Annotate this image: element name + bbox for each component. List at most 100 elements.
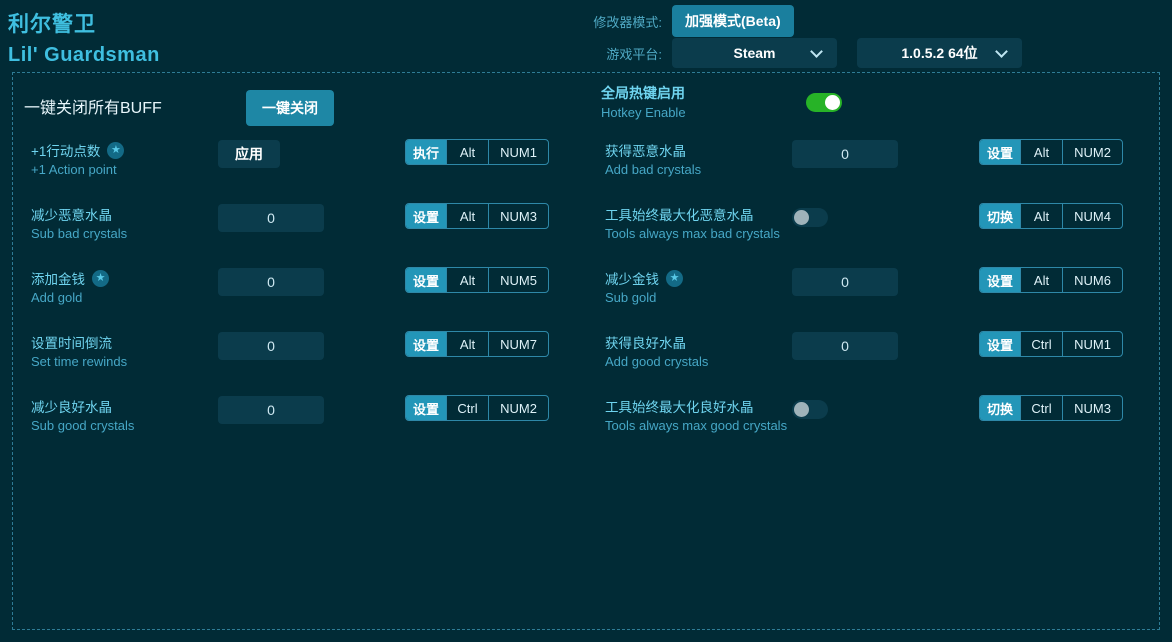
hotkey-key[interactable]: NUM5: [488, 268, 548, 292]
cheat-row: 获得恶意水晶 Add bad crystals 设置AltNUM2: [587, 135, 1161, 199]
hotkey-modifier[interactable]: Ctrl: [446, 396, 488, 420]
hotkey-action-label: 设置: [980, 332, 1021, 356]
cheat-label: 添加金钱 Add gold: [31, 270, 221, 307]
hotkey-modifier[interactable]: Ctrl: [1020, 396, 1062, 420]
star-icon: [666, 270, 683, 288]
hotkey-key[interactable]: NUM3: [488, 204, 548, 228]
cheat-label-en: Tools always max bad crystals: [605, 226, 780, 241]
hotkey-modifier[interactable]: Alt: [446, 140, 488, 164]
hotkey-group[interactable]: 设置 Alt NUM5: [405, 267, 550, 293]
platform-row: 游戏平台: Steam 1.0.5.2 64位: [582, 38, 1022, 68]
hotkey-group[interactable]: 设置 Alt NUM2: [979, 139, 1124, 165]
value-input[interactable]: [218, 204, 324, 232]
trainer-mode-button[interactable]: 加强模式(Beta): [672, 5, 794, 37]
value-input[interactable]: [218, 396, 324, 424]
cheat-label: 获得恶意水晶 Add bad crystals: [605, 143, 795, 179]
cheat-label: 减少金钱 Sub gold: [605, 270, 795, 307]
mode-row: 修改器模式: 加强模式(Beta): [582, 5, 794, 37]
hotkey-enable-label-en: Hotkey Enable: [601, 105, 686, 120]
hotkey-key[interactable]: NUM2: [1062, 140, 1122, 164]
cheat-row: 工具始终最大化良好水晶 Tools always max good crystal…: [587, 391, 1161, 455]
global-controls-strip: 一键关闭所有BUFF 一键关闭 全局热键启用 Hotkey Enable: [13, 73, 1159, 135]
hotkey-group[interactable]: 切换 Ctrl NUM3: [979, 395, 1124, 421]
cheat-label-zh: +1行动点数: [31, 144, 101, 159]
cheat-label-en: Sub bad crystals: [31, 226, 128, 241]
cheat-row: 减少良好水晶 Sub good crystals 设置CtrlNUM2: [13, 391, 587, 455]
hotkey-key[interactable]: NUM7: [488, 332, 548, 356]
hotkey-group[interactable]: 设置 Ctrl NUM1: [979, 331, 1124, 357]
hotkey-key[interactable]: NUM4: [1062, 204, 1122, 228]
hotkey-group[interactable]: 设置 Alt NUM3: [405, 203, 550, 229]
cheat-label: 工具始终最大化恶意水晶 Tools always max bad crystals: [605, 207, 795, 243]
disable-all-buffs-button[interactable]: 一键关闭: [246, 90, 334, 126]
cheat-label-en: Sub gold: [605, 290, 657, 305]
disable-all-buffs-label: 一键关闭所有BUFF: [24, 100, 162, 117]
hotkey-group[interactable]: 执行 Alt NUM1: [405, 139, 550, 165]
hotkey-group[interactable]: 设置 Alt NUM7: [405, 331, 550, 357]
hotkey-enable-block: 全局热键启用 Hotkey Enable: [601, 84, 842, 122]
hotkey-modifier[interactable]: Alt: [1020, 204, 1062, 228]
value-input[interactable]: [218, 332, 324, 360]
cheat-label-zh: 减少金钱: [605, 272, 659, 287]
hotkey-enable-text: 全局热键启用 Hotkey Enable: [601, 84, 686, 122]
cheat-column-right: 获得恶意水晶Add bad crystals设置AltNUM2工具始终最大化恶意…: [587, 135, 1161, 455]
toggle-knob: [825, 95, 840, 110]
cheat-label-en: Sub good crystals: [31, 418, 135, 433]
hotkey-group[interactable]: 设置 Alt NUM6: [979, 267, 1124, 293]
hotkey-key[interactable]: NUM3: [1062, 396, 1122, 420]
hotkey-modifier[interactable]: Ctrl: [1020, 332, 1062, 356]
value-input[interactable]: [218, 268, 324, 296]
hotkey-key[interactable]: NUM1: [1062, 332, 1122, 356]
cheat-label: 减少良好水晶 Sub good crystals: [31, 399, 221, 435]
cheat-label: 工具始终最大化良好水晶 Tools always max good crystal…: [605, 399, 795, 435]
cheat-toggle[interactable]: [792, 400, 828, 419]
hotkey-enable-label-zh: 全局热键启用: [601, 85, 685, 101]
cheat-column-left: +1行动点数+1 Action point应用 执行AltNUM1 减少恶意水晶 Su…: [13, 135, 587, 455]
cheat-label: +1行动点数 +1 Action point: [31, 142, 221, 179]
cheat-label-zh: 添加金钱: [31, 272, 85, 287]
app-title-en: Lil' Guardsman: [8, 44, 160, 66]
star-icon: [107, 142, 125, 160]
hotkey-modifier[interactable]: Alt: [1020, 140, 1062, 164]
cheat-label-zh: 减少恶意水晶: [31, 208, 112, 223]
value-input[interactable]: [792, 268, 898, 296]
value-input[interactable]: [792, 332, 898, 360]
cheat-toggle[interactable]: [792, 208, 828, 227]
app-header: 利尔警卫 Lil' Guardsman 修改器模式: 加强模式(Beta) 游戏…: [0, 0, 1172, 72]
hotkey-group[interactable]: 设置 Ctrl NUM2: [405, 395, 550, 421]
star-icon: [92, 270, 109, 288]
hotkey-modifier[interactable]: Alt: [446, 332, 488, 356]
cheat-row: 获得良好水晶 Add good crystals 设置CtrlNUM1: [587, 327, 1161, 391]
cheat-label: 设置时间倒流 Set time rewinds: [31, 335, 221, 371]
cheat-label-en: Add bad crystals: [605, 162, 702, 177]
cheat-label-zh: 工具始终最大化良好水晶: [605, 400, 754, 415]
cheat-label-zh: 工具始终最大化恶意水晶: [605, 208, 754, 223]
platform-dropdown[interactable]: Steam: [672, 38, 837, 68]
cheat-label: 获得良好水晶 Add good crystals: [605, 335, 795, 371]
value-input[interactable]: [792, 140, 898, 168]
hotkey-key[interactable]: NUM6: [1062, 268, 1122, 292]
chevron-down-icon: [810, 45, 823, 58]
hotkey-modifier[interactable]: Alt: [446, 204, 488, 228]
cheat-row: 减少恶意水晶 Sub bad crystals 设置AltNUM3: [13, 199, 587, 263]
cheat-label-en: Set time rewinds: [31, 354, 128, 369]
hotkey-modifier[interactable]: Alt: [1020, 268, 1062, 292]
cheat-label-zh: 获得良好水晶: [605, 336, 686, 351]
hotkey-key[interactable]: NUM2: [488, 396, 548, 420]
hotkey-enable-toggle[interactable]: [806, 93, 842, 112]
cheat-row: +1行动点数 +1 Action point 应用 执行AltNUM1: [13, 135, 587, 199]
cheat-label-zh: 设置时间倒流: [31, 336, 112, 351]
cheat-row: 工具始终最大化恶意水晶 Tools always max bad crystals…: [587, 199, 1161, 263]
hotkey-modifier[interactable]: Alt: [446, 268, 488, 292]
platform-label: 游戏平台:: [606, 46, 662, 62]
cheat-row: 设置时间倒流 Set time rewinds 设置AltNUM7: [13, 327, 587, 391]
version-dropdown[interactable]: 1.0.5.2 64位: [857, 38, 1022, 68]
cheat-label-en: Add good crystals: [605, 354, 709, 369]
hotkey-group[interactable]: 切换 Alt NUM4: [979, 203, 1124, 229]
mode-label: 修改器模式:: [593, 14, 662, 30]
hotkey-key[interactable]: NUM1: [488, 140, 548, 164]
apply-button[interactable]: 应用: [218, 140, 280, 168]
cheat-panel: 一键关闭所有BUFF 一键关闭 全局热键启用 Hotkey Enable +1行…: [12, 72, 1160, 630]
hotkey-action-label: 设置: [406, 204, 447, 228]
cheat-label: 减少恶意水晶 Sub bad crystals: [31, 207, 221, 243]
